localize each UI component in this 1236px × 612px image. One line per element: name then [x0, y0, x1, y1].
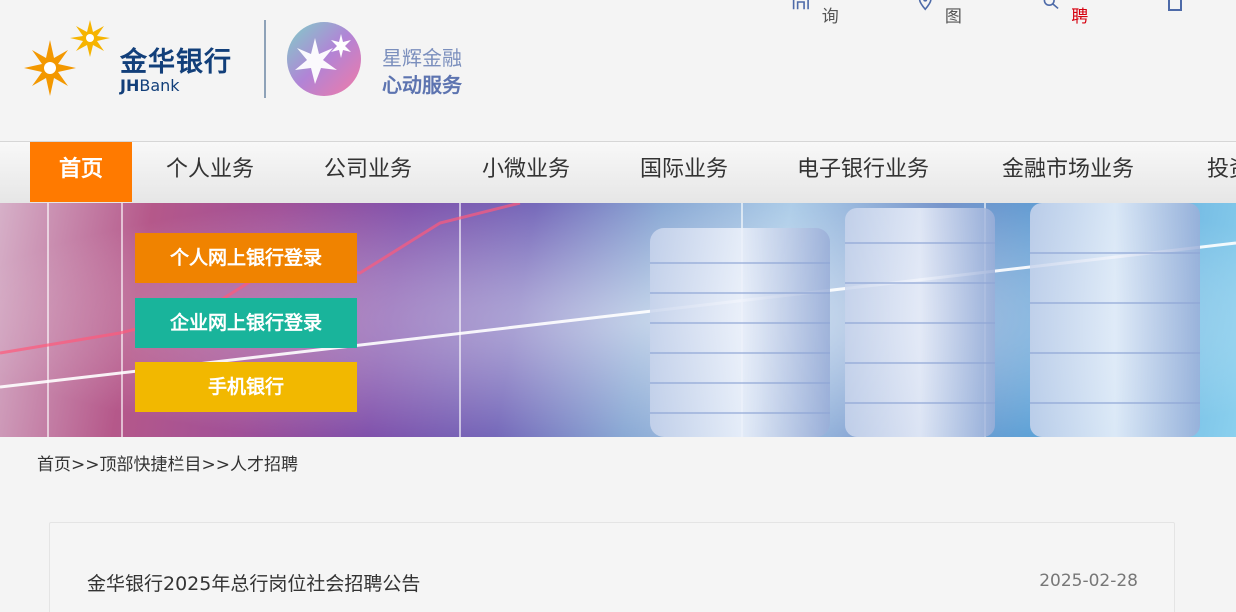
sun-star-logo-icon: [24, 20, 110, 96]
breadcrumb-home[interactable]: 首页: [37, 455, 71, 475]
bank-name-en: JHBank: [120, 76, 180, 95]
nav-international[interactable]: 国际业务: [640, 142, 728, 202]
slogan-line-1: 星辉金融: [382, 46, 462, 70]
nav-personal[interactable]: 个人业务: [166, 142, 254, 202]
article-date: 2025-02-28: [1039, 571, 1138, 591]
nav-investment[interactable]: 投资: [1207, 142, 1236, 202]
slogan-line-2: 心动服务: [382, 73, 462, 97]
page: 金华银行 JHBank 星辉金融 心动服务 网点查询: [0, 0, 1236, 612]
nav-corporate[interactable]: 公司业务: [324, 142, 412, 202]
toplink-branch-query[interactable]: 网点查询: [792, 0, 876, 27]
breadcrumb-separator: >>: [71, 455, 100, 475]
main-nav: 首页 个人业务 公司业务 小微业务 国际业务 电子银行业务 金融市场业务 投资: [0, 141, 1236, 203]
toplink-recruitment[interactable]: 人才招聘: [1042, 0, 1126, 27]
nav-small-micro[interactable]: 小微业务: [482, 142, 570, 202]
nav-financial-market[interactable]: 金融市场业务: [1002, 142, 1134, 202]
search-icon: [1043, 0, 1059, 10]
corporate-ebank-login-button[interactable]: 企业网上银行登录: [135, 298, 357, 348]
nav-e-banking[interactable]: 电子银行业务: [797, 142, 929, 202]
header: 金华银行 JHBank 星辉金融 心动服务 网点查询: [0, 0, 1236, 140]
breadcrumb-separator: >>: [201, 455, 231, 475]
toplink-site-map[interactable]: 网站地图: [918, 0, 999, 27]
toplink-label: 网点查询: [821, 0, 873, 27]
bank-name-en-bold: JH: [120, 76, 140, 95]
breadcrumb-section[interactable]: 顶部快捷栏目: [100, 455, 202, 475]
article-title-link[interactable]: 金华银行2025年总行岗位社会招聘公告: [87, 569, 420, 596]
map-pin-icon: [919, 0, 933, 11]
article-list-panel: 金华银行2025年总行岗位社会招聘公告 2025-02-28: [49, 522, 1175, 612]
breadcrumb-current[interactable]: 人才招聘: [230, 455, 298, 475]
bank-logo[interactable]: 金华银行 JHBank: [20, 18, 260, 104]
bank-name-en-light: Bank: [139, 76, 180, 95]
bank-name-cn: 金华银行: [120, 47, 232, 78]
breadcrumb: 首页>>顶部快捷栏目>>人才招聘: [37, 450, 298, 475]
mobile-banking-button[interactable]: 手机银行: [135, 362, 357, 412]
slogan-emblem-icon: [287, 22, 361, 96]
toplink-label: 网站地图: [944, 0, 996, 27]
building-icon: [792, 0, 809, 10]
hero-banner: 个人网上银行登录 企业网上银行登录 手机银行: [0, 203, 1236, 437]
toplink-label: 人才招聘: [1071, 0, 1122, 27]
top-quick-links: 网点查询 网站地图 人才招聘: [792, 0, 1236, 27]
document-icon: [1168, 0, 1182, 11]
toplink-more[interactable]: [1168, 0, 1194, 12]
nav-home[interactable]: 首页: [30, 142, 132, 202]
logo-divider: [264, 20, 266, 98]
personal-ebank-login-button[interactable]: 个人网上银行登录: [135, 233, 357, 283]
